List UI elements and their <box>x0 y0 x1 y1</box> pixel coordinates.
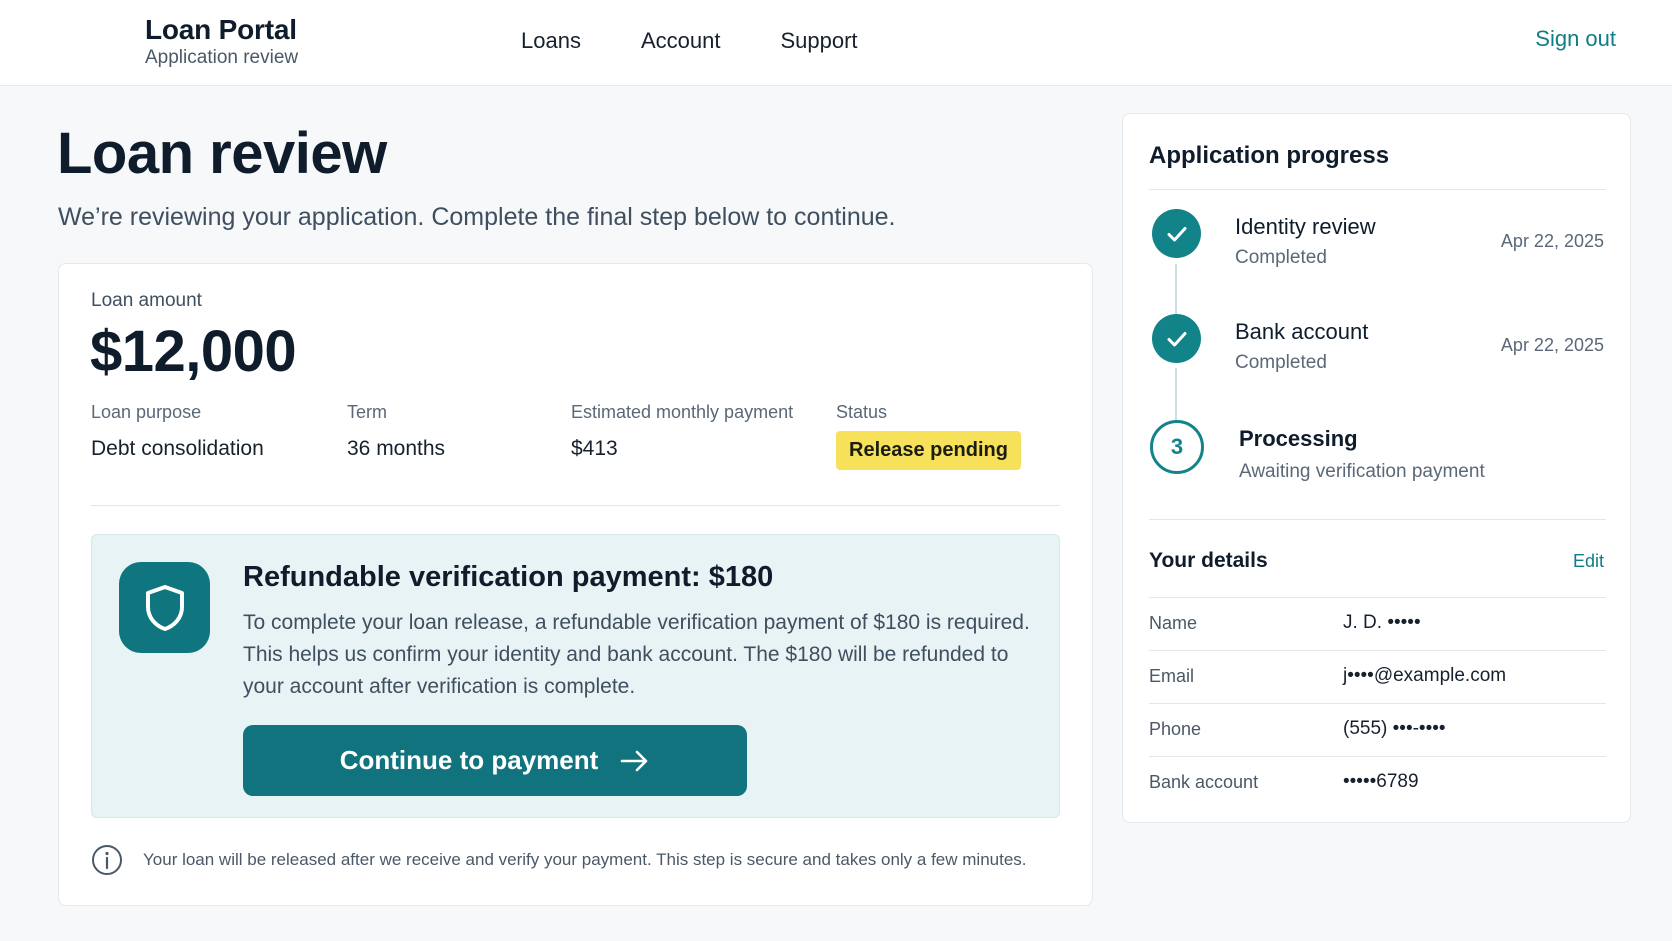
divider <box>91 505 1060 506</box>
verification-description: To complete your loan release, a refunda… <box>243 611 1030 698</box>
info-note-text: Your loan will be released after we rece… <box>143 850 1027 869</box>
loan-term: Term 36 months <box>347 402 445 461</box>
detail-value: j••••@example.com <box>1343 665 1507 686</box>
monthly-payment-value: $413 <box>571 437 618 460</box>
loan-purpose-label: Loan purpose <box>91 402 202 422</box>
detail-value: •••••6789 <box>1343 771 1419 792</box>
brand-subtitle: Application review <box>145 47 299 68</box>
progress-title: Application progress <box>1149 142 1390 169</box>
brand[interactable]: Loan Portal Application review <box>145 14 298 69</box>
check-icon <box>1152 314 1201 363</box>
loan-amount-label: Loan amount <box>91 290 202 311</box>
step-processing-status: Awaiting verification payment <box>1239 461 1485 482</box>
page-title: Loan review <box>57 121 387 186</box>
nav-support[interactable]: Support <box>780 28 857 54</box>
loan-term-value: 36 months <box>347 437 446 460</box>
step-bank-account-date: Apr 22, 2025 <box>1500 335 1604 355</box>
continue-to-payment-button[interactable]: Continue to payment <box>243 725 747 796</box>
verification-payment-panel: Refundable verification payment: $180 To… <box>91 534 1060 818</box>
detail-label: Bank account <box>1149 772 1259 792</box>
step-bank-account-status: Completed <box>1235 352 1327 373</box>
detail-row-name: Name J. D. ••••• <box>1149 597 1606 650</box>
arrow-right-icon <box>620 750 648 771</box>
detail-label: Name <box>1149 613 1198 633</box>
detail-row-bank-account: Bank account •••••6789 <box>1149 756 1606 809</box>
step-bank-account-title: Bank account <box>1235 319 1369 344</box>
brand-title: Loan Portal <box>145 14 297 45</box>
step-connector <box>1175 264 1177 318</box>
loan-amount-value: $12,000 <box>90 319 297 384</box>
details-title: Your details <box>1149 549 1268 572</box>
page-subtitle: We’re reviewing your application. Comple… <box>58 203 896 231</box>
loan-monthly-payment: Estimated monthly payment $413 <box>571 402 793 461</box>
step-number: 3 <box>1170 434 1184 459</box>
step-connector <box>1175 368 1177 426</box>
loan-status: Status Release pending <box>836 402 1021 470</box>
detail-label: Email <box>1149 666 1195 686</box>
step-identity-review-status: Completed <box>1235 247 1327 268</box>
step-identity-review-title: Identity review <box>1235 214 1376 239</box>
status-badge: Release pending <box>836 431 1021 470</box>
detail-row-email: Email j••••@example.com <box>1149 650 1606 703</box>
divider <box>1149 519 1606 520</box>
application-progress-card: Application progress Identity review Com… <box>1122 113 1631 823</box>
detail-value: (555) •••-•••• <box>1343 718 1446 739</box>
step-number-badge: 3 <box>1150 420 1204 474</box>
sign-out-link[interactable]: Sign out <box>1535 26 1616 52</box>
top-header: Loan Portal Application review Loans Acc… <box>0 0 1672 86</box>
nav-account[interactable]: Account <box>641 28 721 54</box>
check-icon <box>1152 209 1201 258</box>
shield-icon <box>119 562 210 653</box>
verification-title: Refundable verification payment: $180 <box>243 561 774 593</box>
info-note: Your loan will be released after we rece… <box>91 844 1027 876</box>
loan-purpose-value: Debt consolidation <box>91 437 264 460</box>
edit-details-link[interactable]: Edit <box>1573 551 1604 572</box>
main-nav: Loans Account Support <box>521 28 858 54</box>
monthly-payment-label: Estimated monthly payment <box>571 402 794 422</box>
detail-label: Phone <box>1149 719 1202 739</box>
detail-value: J. D. ••••• <box>1343 612 1421 633</box>
loan-summary-card: Loan amount $12,000 Loan purpose Debt co… <box>58 263 1093 906</box>
detail-row-phone: Phone (555) •••-•••• <box>1149 703 1606 756</box>
step-processing-title: Processing <box>1239 426 1358 451</box>
loan-purpose: Loan purpose Debt consolidation <box>91 402 264 461</box>
nav-loans[interactable]: Loans <box>521 28 581 54</box>
info-icon <box>92 845 122 875</box>
status-label: Status <box>836 402 888 422</box>
loan-term-label: Term <box>347 402 387 422</box>
divider <box>1149 189 1606 190</box>
continue-button-label: Continue to payment <box>339 745 599 775</box>
step-identity-review-date: Apr 22, 2025 <box>1500 231 1604 251</box>
